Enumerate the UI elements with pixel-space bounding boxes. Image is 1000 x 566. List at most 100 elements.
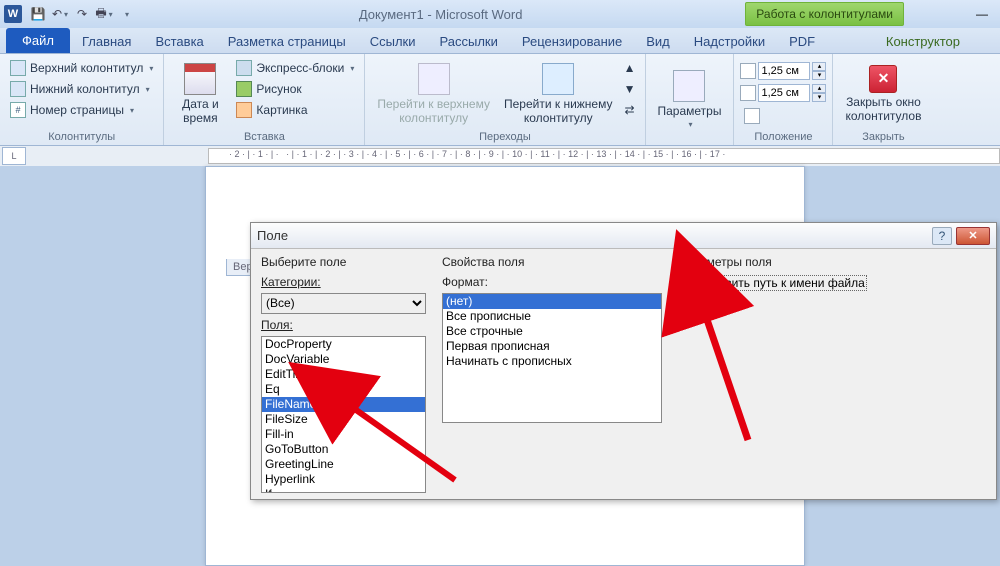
ribbon: Верхний колонтитул▾ Нижний колонтитул▾ #… [0,54,1000,146]
field-item[interactable]: GoToButton [262,442,425,457]
goto-header-button[interactable]: Перейти к верхнему колонтитулу [371,58,496,129]
field-item[interactable]: Fill-in [262,427,425,442]
quick-access-toolbar: 💾 ↶▾ ↷ 🖶▾ ▾ [28,4,136,24]
format-item[interactable]: (нет) [443,294,661,309]
group-position: ▴▾ ▴▾ Положение [734,54,833,145]
field-item[interactable]: Hyperlink [262,472,425,487]
format-label: Формат: [442,275,662,289]
goto-header-icon [418,63,450,95]
group-label: Переходы [371,129,638,145]
margin-bottom-icon [740,85,756,101]
close-header-footer-button[interactable]: ✕ Закрыть окно колонтитулов [839,58,927,129]
header-from-top[interactable]: ▴▾ [740,62,826,80]
tab-constructor[interactable]: Конструктор [827,30,1000,53]
add-path-label[interactable]: Добавить путь к имени файла [695,275,867,291]
goto-footer-icon [542,63,574,95]
tab-home[interactable]: Главная [70,30,143,53]
save-icon[interactable]: 💾 [28,4,48,24]
format-item[interactable]: Начинать с прописных [443,354,661,369]
footer-from-bottom[interactable]: ▴▾ [740,84,826,102]
tab-selector[interactable]: L [2,147,26,165]
spin-up[interactable]: ▴ [812,62,826,71]
goto-footer-button[interactable]: Перейти к нижнему колонтитулу [498,58,619,129]
fields-listbox[interactable]: DocPropertyDocVariableEditTimeEqFileName… [261,336,426,493]
categories-label: Категории: [261,275,426,289]
spin-down[interactable]: ▾ [812,93,826,102]
quick-parts-button[interactable]: Экспресс-блоки▾ [232,58,358,78]
ruler-bar: L · 2 · | · 1 · | · · | · 1 · | · 2 · | … [0,146,1000,166]
field-item[interactable]: If [262,487,425,493]
footer-button[interactable]: Нижний колонтитул▾ [6,79,157,99]
header-button[interactable]: Верхний колонтитул▾ [6,58,157,78]
section-field-props: Свойства поля [442,255,662,269]
clipart-button[interactable]: Картинка [232,100,358,120]
insert-alignment-tab[interactable] [740,106,826,126]
redo-icon[interactable]: ↷ [72,4,92,24]
picture-button[interactable]: Рисунок [232,79,358,99]
window-title: Документ1 - Microsoft Word [140,7,741,22]
tab-insert[interactable]: Вставка [143,30,215,53]
field-item[interactable]: EditTime [262,367,425,382]
qat-customize-icon[interactable]: ▾ [116,4,136,24]
tab-file[interactable]: Файл [6,28,70,53]
group-label: Положение [740,129,826,145]
contextual-tab-label: Работа с колонтитулами [745,2,904,26]
group-headers-footers: Верхний колонтитул▾ Нижний колонтитул▾ #… [0,54,164,145]
add-path-checkbox[interactable] [678,276,691,289]
link-previous-button[interactable]: ⇄ [621,100,639,120]
tab-review[interactable]: Рецензирование [510,30,634,53]
format-item[interactable]: Все прописные [443,309,661,324]
categories-combo[interactable]: (Все) [261,293,426,314]
dialog-title: Поле [257,228,932,243]
group-label: Вставка [170,129,358,145]
tab-mailings[interactable]: Рассылки [428,30,510,53]
field-item[interactable]: FileSize [262,412,425,427]
field-item[interactable]: FileName [262,397,425,412]
title-bar: W 💾 ↶▾ ↷ 🖶▾ ▾ Документ1 - Microsoft Word… [0,0,1000,28]
date-time-button[interactable]: Дата и время [170,58,230,129]
ribbon-tabs: Файл Главная Вставка Разметка страницы С… [0,28,1000,54]
footer-distance-input[interactable] [758,84,810,102]
spin-up[interactable]: ▴ [812,84,826,93]
group-label [652,141,728,145]
tab-layout[interactable]: Разметка страницы [216,30,358,53]
format-item[interactable]: Все строчные [443,324,661,339]
section-choose-field: Выберите поле [261,255,426,269]
horizontal-ruler[interactable]: · 2 · | · 1 · | · · | · 1 · | · 2 · | · … [208,148,1000,164]
field-item[interactable]: GreetingLine [262,457,425,472]
format-item[interactable]: Первая прописная [443,339,661,354]
dialog-help-button[interactable]: ? [932,227,952,245]
spin-down[interactable]: ▾ [812,71,826,80]
group-label: Колонтитулы [6,129,157,145]
close-icon: ✕ [869,65,897,93]
minimize-icon[interactable]: — [968,7,996,21]
undo-icon[interactable]: ↶▾ [50,4,70,24]
dialog-close-button[interactable]: ✕ [956,227,990,245]
group-label: Закрыть [839,129,927,145]
field-item[interactable]: DocProperty [262,337,425,352]
dialog-titlebar: Поле ? ✕ [251,223,996,249]
group-insert: Дата и время Экспресс-блоки▾ Рисунок Кар… [164,54,365,145]
tab-references[interactable]: Ссылки [358,30,428,53]
word-app-icon: W [4,5,22,23]
options-icon [673,70,705,102]
tab-addins[interactable]: Надстройки [682,30,777,53]
group-navigation: Перейти к верхнему колонтитулу Перейти к… [365,54,645,145]
tab-pdf[interactable]: PDF [777,30,827,53]
fields-label: Поля: [261,318,426,332]
prev-section-button[interactable]: ▲ [621,58,639,78]
tab-view[interactable]: Вид [634,30,682,53]
field-item[interactable]: Eq [262,382,425,397]
group-options: Параметры▾ [646,54,735,145]
header-distance-input[interactable] [758,62,810,80]
field-item[interactable]: DocVariable [262,352,425,367]
format-listbox[interactable]: (нет)Все прописныеВсе строчныеПервая про… [442,293,662,423]
field-dialog: Поле ? ✕ Выберите поле Категории: (Все) … [250,222,997,500]
page-number-button[interactable]: #Номер страницы▾ [6,100,157,120]
next-section-button[interactable]: ▼ [621,79,639,99]
options-button[interactable]: Параметры▾ [652,58,728,141]
calendar-icon [184,63,216,95]
margin-top-icon [740,63,756,79]
print-icon[interactable]: 🖶▾ [94,4,114,24]
section-field-options: Параметры поля [678,255,986,269]
